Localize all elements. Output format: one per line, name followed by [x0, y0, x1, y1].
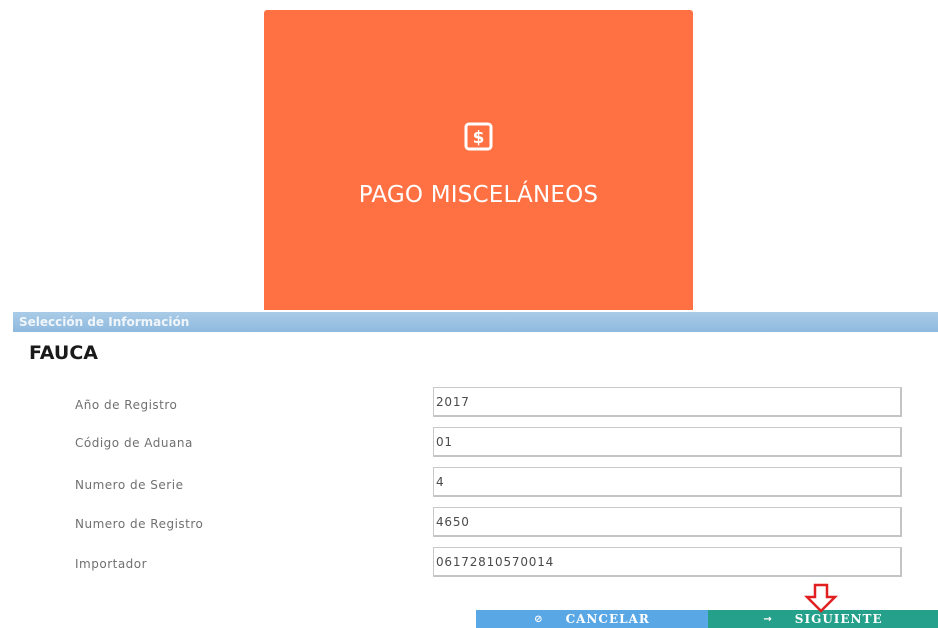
next-button-label: SIGUIENTE	[794, 612, 883, 626]
numero-serie-input[interactable]	[433, 467, 902, 497]
seleccion-panel: Selección de Información FAUCA Año de Re…	[13, 312, 938, 628]
numero-registro-input[interactable]	[433, 507, 902, 537]
panel-header: Selección de Información	[13, 312, 938, 332]
cancel-icon: ⊘	[534, 613, 544, 625]
red-down-arrow-icon	[804, 583, 838, 613]
ano-registro-label: Año de Registro	[75, 398, 178, 412]
cancel-button[interactable]: ⊘ CANCELAR	[476, 610, 708, 628]
numero-registro-label: Numero de Registro	[75, 517, 204, 531]
importador-input[interactable]	[433, 547, 902, 577]
panel-title: FAUCA	[29, 342, 98, 364]
panel-header-text: Selección de Información	[19, 315, 190, 329]
numero-serie-label: Numero de Serie	[75, 478, 184, 492]
codigo-aduana-input[interactable]	[433, 427, 902, 457]
arrow-right-icon: →	[763, 613, 773, 625]
svg-text:$: $	[473, 128, 485, 148]
dollar-icon: $	[464, 122, 493, 151]
page: $ PAGO MISCELÁNEOS Selección de Informac…	[0, 0, 938, 628]
cancel-button-label: CANCELAR	[565, 612, 650, 626]
codigo-aduana-label: Código de Aduana	[75, 436, 193, 450]
ano-registro-input[interactable]	[433, 387, 902, 417]
importador-label: Importador	[75, 557, 148, 571]
tile-label: PAGO MISCELÁNEOS	[358, 182, 599, 208]
pago-miscelaneos-tile[interactable]: $ PAGO MISCELÁNEOS	[264, 10, 693, 310]
